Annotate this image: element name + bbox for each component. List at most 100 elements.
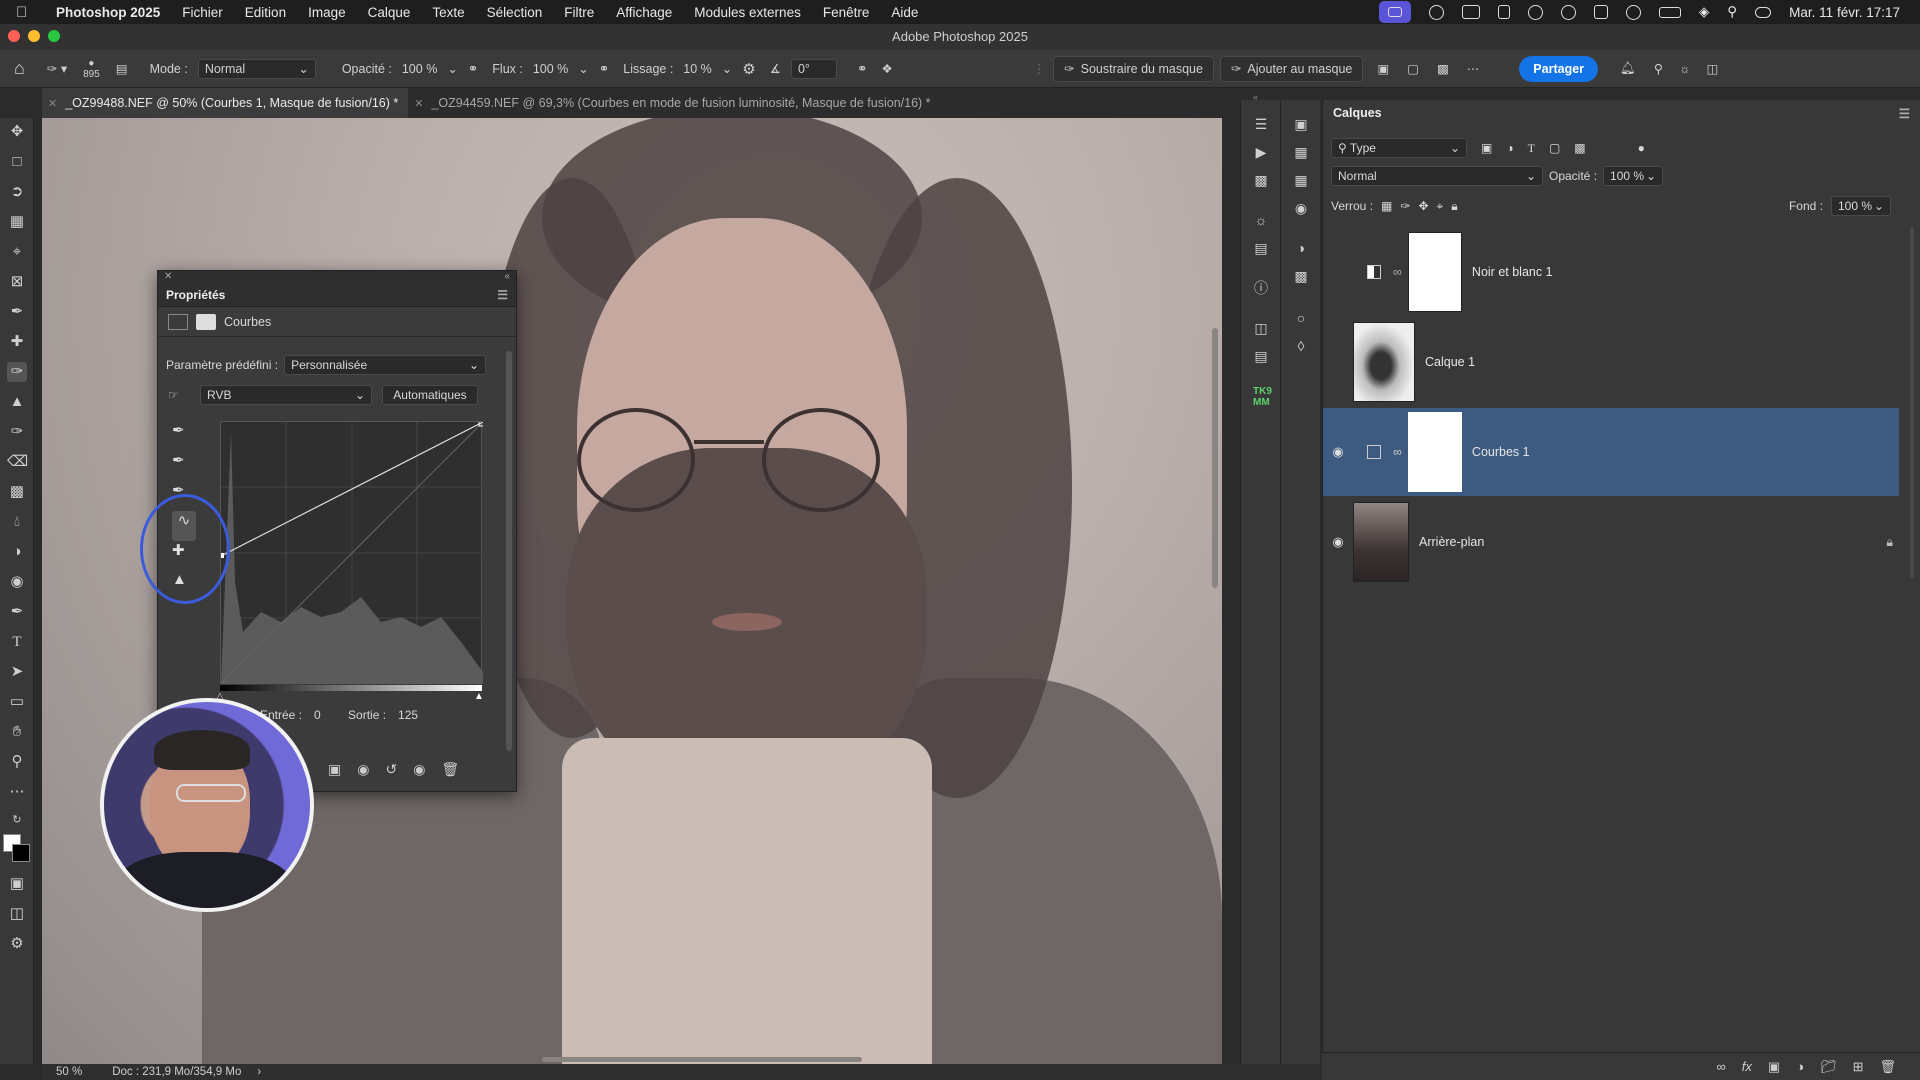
close-tab-icon[interactable]: ✕ <box>414 97 423 110</box>
frame-tool-icon[interactable]: ⊠ <box>7 272 27 292</box>
clipboard-icon[interactable] <box>1497 5 1510 19</box>
layer-name[interactable]: Arrière-plan <box>1419 535 1484 549</box>
pr-icon[interactable] <box>1593 5 1608 19</box>
new-group-folder-icon[interactable]: 📁︎ <box>1820 1059 1837 1075</box>
lock-position-icon[interactable]: ✥ <box>1418 199 1428 213</box>
dodge-tool-icon[interactable]: ◑ <box>7 542 27 562</box>
delete-adjustment-trash-icon[interactable]: 🗑︎ <box>441 761 459 778</box>
tk9-plugin-icon[interactable]: TK9 MM <box>1253 386 1272 408</box>
app-menu[interactable]: Photoshop 2025 <box>56 5 160 20</box>
mask-clear-icon[interactable]: ▢ <box>1407 61 1419 76</box>
discover-lightbulb-icon[interactable]: ☼ <box>1679 62 1690 76</box>
channels-icon[interactable]: ○ <box>1293 310 1309 326</box>
layer-lock-icon[interactable]: 🔒︎ <box>1886 535 1893 550</box>
layer-thumbnail[interactable] <box>1353 502 1409 582</box>
camera-icon[interactable] <box>1461 5 1480 19</box>
add-mask-icon[interactable]: ▣ <box>1768 1059 1780 1075</box>
screen-record-icon[interactable] <box>1378 1 1411 23</box>
lock-all-icon[interactable]: 🔒︎ <box>1451 199 1457 214</box>
menu-filtre[interactable]: Filtre <box>564 5 594 20</box>
new-adjustment-layer-icon[interactable]: ◑ <box>1796 1059 1804 1074</box>
object-selection-tool-icon[interactable]: ▦ <box>7 212 27 232</box>
close-window-button[interactable] <box>8 30 20 42</box>
brush-settings-icon[interactable]: ▤ <box>116 61 128 76</box>
link-layers-icon[interactable]: ∞ <box>1717 1059 1726 1074</box>
tab-oz99488[interactable]: ✕ _OZ99488.NEF @ 50% (Courbes 1, Masque … <box>42 88 409 118</box>
menu-image[interactable]: Image <box>308 5 346 20</box>
libraries-icon[interactable]: ◫ <box>1253 320 1269 336</box>
targeted-adjustment-icon[interactable]: ☞ <box>168 388 190 402</box>
filter-smart-object-icon[interactable]: ▩ <box>1574 141 1585 155</box>
layer-visibility-eye-icon[interactable]: ◉ <box>1323 534 1353 550</box>
layer-mask-thumbnail[interactable] <box>1407 412 1462 492</box>
layers-title[interactable]: Calques <box>1333 106 1382 120</box>
input-field[interactable]: 0 <box>308 705 339 725</box>
crop-tool-icon[interactable]: ⌖ <box>7 242 27 262</box>
menu-affichage[interactable]: Affichage <box>616 5 672 20</box>
preset-dropdown[interactable]: Personnalisée ⌄ <box>284 355 487 375</box>
app-status-icon[interactable] <box>1527 4 1543 20</box>
marquee-tool-icon[interactable]: □ <box>7 152 27 172</box>
smoothing-settings-gear-icon[interactable]: ⚙ <box>742 60 755 78</box>
clip-to-layer-icon[interactable]: ▣ <box>328 761 341 778</box>
histogram-icon[interactable]: ▤ <box>1253 240 1269 256</box>
path-selection-tool-icon[interactable]: ➤ <box>7 662 27 682</box>
lock-transparency-icon[interactable]: ▦ <box>1381 199 1392 213</box>
menu-aide[interactable]: Aide <box>891 5 918 20</box>
menu-edition[interactable]: Edition <box>245 5 286 20</box>
move-tool-icon[interactable]: ✥ <box>7 122 27 142</box>
brush-preset-icon[interactable]: ✑ ▾ <box>47 61 67 76</box>
sync-icon[interactable] <box>1560 4 1576 20</box>
new-layer-icon[interactable]: ⊞ <box>1853 1059 1864 1075</box>
blend-mode-dropdown[interactable]: Normal ⌄ <box>1331 166 1543 186</box>
view-previous-state-icon[interactable]: ◉ <box>357 761 369 778</box>
lock-pixels-brush-icon[interactable]: ✑ <box>1400 199 1410 213</box>
zoom-tool-icon[interactable]: ⚲ <box>7 752 27 772</box>
mask-icon[interactable] <box>196 313 216 330</box>
delete-layer-trash-icon[interactable]: 🗑︎ <box>1879 1059 1896 1075</box>
blur-tool-icon[interactable]: 💧︎ <box>7 512 27 532</box>
gray-point-eyedropper-icon[interactable]: ✒ <box>172 451 202 481</box>
layer-row-arriere-plan[interactable]: ◉ Arrière-plan 🔒︎ <box>1323 498 1899 586</box>
adjustments-icon[interactable]: ◑ <box>1293 240 1309 256</box>
tab-oz94459[interactable]: ✕ _OZ94459.NEF @ 69,3% (Courbes en mode … <box>408 88 940 118</box>
info-icon[interactable]: ⓘ <box>1253 280 1269 296</box>
sponge-tool-icon[interactable]: ◉ <box>7 572 27 592</box>
lock-artboard-icon[interactable]: ⌖ <box>1437 199 1444 214</box>
properties-icon[interactable]: ▩ <box>1293 268 1309 284</box>
layer-name[interactable]: Noir et blanc 1 <box>1472 265 1553 279</box>
minimize-window-button[interactable] <box>28 30 40 42</box>
filter-toggle-icon[interactable]: ● <box>1638 141 1645 155</box>
filter-adjustment-icon[interactable]: ◑ <box>1506 141 1513 155</box>
patterns-icon[interactable]: ▦ <box>1293 172 1309 188</box>
history-brush-tool-icon[interactable]: ✑ <box>7 422 27 442</box>
layer-style-fx-icon[interactable]: fx <box>1742 1059 1752 1074</box>
rectangle-tool-icon[interactable]: ▭ <box>7 692 27 712</box>
add-mask-button[interactable]: ✑ Ajouter au masque <box>1219 55 1364 82</box>
battery-icon[interactable] <box>1658 6 1681 18</box>
mask-refine-icon[interactable]: ▩ <box>1437 61 1449 76</box>
menu-calque[interactable]: Calque <box>368 5 411 20</box>
opacity-chevron-icon[interactable]: ⌄ <box>447 61 457 76</box>
auto-button[interactable]: Automatiques <box>382 385 478 405</box>
clone-stamp-tool-icon[interactable]: ▲ <box>7 392 27 412</box>
menu-selection[interactable]: Sélection <box>487 5 543 20</box>
comments-icon[interactable]: ▩ <box>1253 172 1269 188</box>
menu-fenetre[interactable]: Fenêtre <box>823 5 870 20</box>
layer-row-calque-1[interactable]: Calque 1 <box>1323 318 1899 406</box>
healing-brush-tool-icon[interactable]: ✚ <box>7 332 27 352</box>
curves-adjustment-icon[interactable] <box>168 313 188 330</box>
workspace-icon[interactable]: ◫ <box>1707 61 1719 76</box>
apple-icon[interactable]:  <box>16 4 46 21</box>
channel-dropdown[interactable]: RVB ⌄ <box>200 385 372 405</box>
panel-menu-icon[interactable]: ☰ <box>1899 106 1910 121</box>
brush-size-picker[interactable]: ● 895 <box>83 58 100 80</box>
pen-tool-icon[interactable]: ✒ <box>7 602 27 622</box>
more-tools-icon[interactable]: ⋯ <box>7 782 27 802</box>
white-input-slider-icon[interactable]: ▲ <box>474 691 484 702</box>
curves-graph[interactable] <box>219 420 485 685</box>
pressure-size-icon[interactable]: ⚭ <box>857 61 867 76</box>
status-menu-chevron-icon[interactable]: › <box>257 1066 261 1078</box>
opacity-field[interactable]: 100 % <box>402 62 437 76</box>
fill-field[interactable]: 100 % ⌄ <box>1831 196 1891 216</box>
